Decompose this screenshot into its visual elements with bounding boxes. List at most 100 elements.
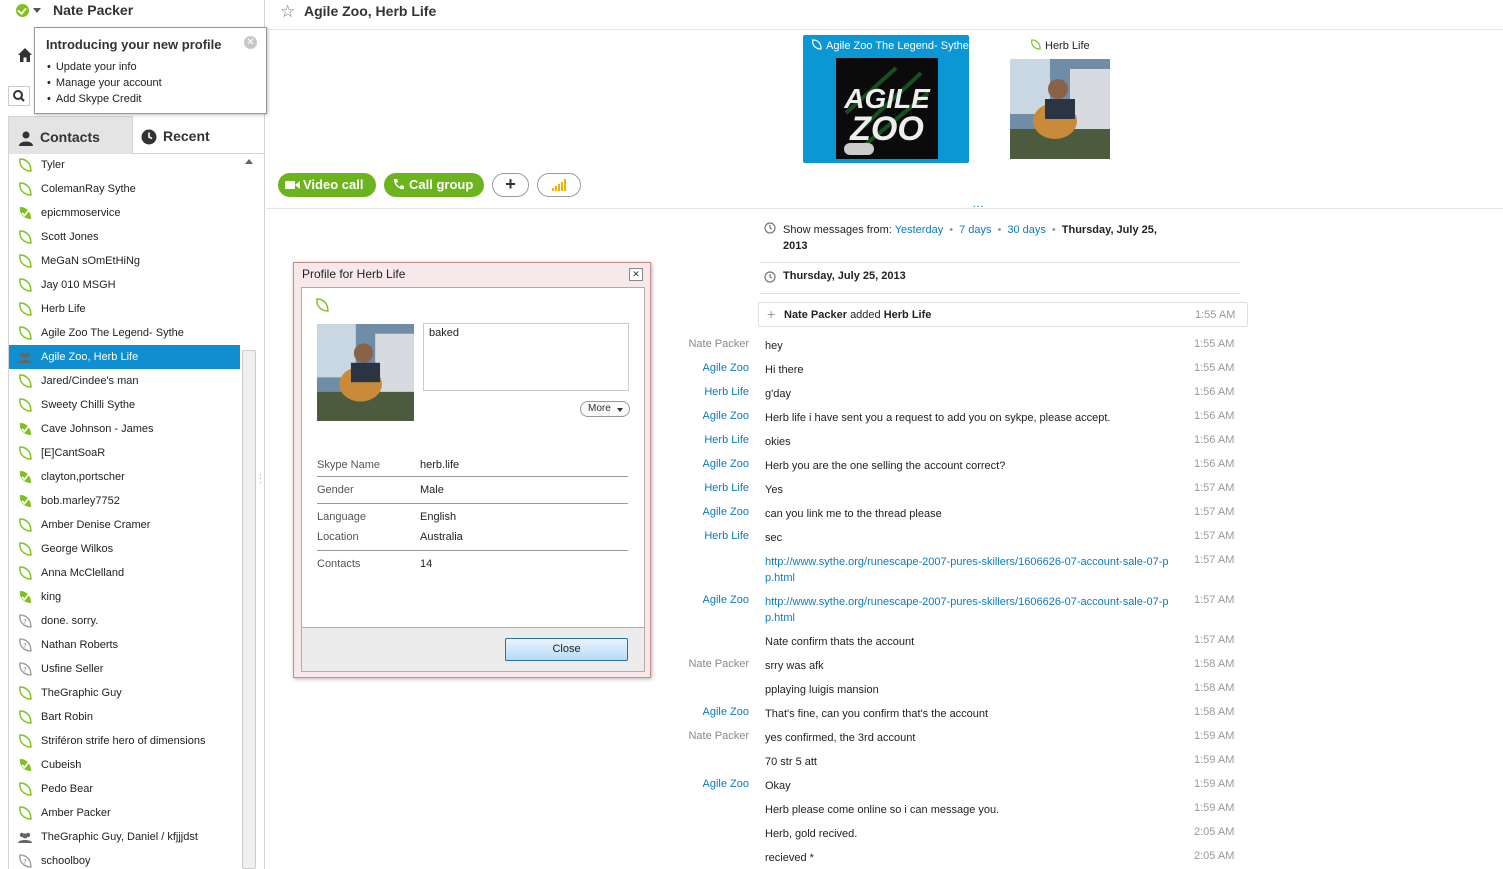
message-sender[interactable]: Agile Zoo (703, 362, 749, 374)
home-icon[interactable] (17, 47, 33, 63)
more-button[interactable]: More (580, 401, 630, 417)
add-participant-button[interactable]: + (492, 173, 529, 197)
message-sender[interactable]: Herb Life (704, 530, 749, 542)
participant-tile[interactable]: Agile Zoo The Legend- Sythe AGILE ZOO (803, 35, 969, 163)
contact-list-item[interactable]: Amber Denise Cramer (9, 513, 240, 537)
message-text: Nate confirm thats the account (765, 636, 915, 648)
scroll-thumb[interactable] (242, 350, 256, 869)
system-actor[interactable]: Nate Packer (784, 309, 847, 321)
chat-message: Herb please come online so i can message… (266, 797, 1503, 821)
contact-list-item[interactable]: Agile Zoo, Herb Life (9, 345, 240, 369)
sidebar-resize-handle[interactable]: · · · (259, 470, 264, 487)
contact-list-item[interactable]: [E]CantSoaR (9, 441, 240, 465)
message-sender[interactable]: Agile Zoo (703, 706, 749, 718)
contact-list-item[interactable]: Pedo Bear (9, 777, 240, 801)
contact-list-item[interactable]: ? Nathan Roberts (9, 633, 240, 657)
message-time: 1:55 AM (1195, 309, 1236, 321)
contact-list-item[interactable]: Jay 010 MSGH (9, 273, 240, 297)
message-sender[interactable]: Agile Zoo (703, 506, 749, 518)
participant-tile[interactable]: Herb Life (1009, 35, 1129, 163)
chat-message: recieved * 2:05 AM (266, 845, 1503, 869)
message-sender[interactable]: Agile Zoo (703, 778, 749, 790)
contact-list-item[interactable]: Sweety Chilli Sythe (9, 393, 240, 417)
tab-recent[interactable]: Recent (133, 116, 265, 154)
message-sender[interactable]: Agile Zoo (703, 410, 749, 422)
message-time: 1:58 AM (1194, 682, 1235, 694)
history-yesterday-link[interactable]: Yesterday (895, 224, 944, 236)
field-key: Gender (317, 484, 354, 496)
message-sender[interactable]: Herb Life (704, 434, 749, 446)
call-quality-button[interactable] (537, 173, 581, 197)
close-icon[interactable]: ✕ (244, 36, 257, 49)
close-button[interactable]: Close (505, 638, 628, 661)
history-30-days-link[interactable]: 30 days (1007, 224, 1046, 236)
status-unknown-icon: ? (19, 638, 32, 652)
message-link[interactable]: http://www.sythe.org/runescape-2007-pure… (765, 596, 1169, 624)
search-icon[interactable] (8, 86, 30, 106)
dialog-footer: Close (301, 628, 645, 672)
tab-recent-label: Recent (163, 128, 210, 144)
contact-list-item[interactable]: ? Usfine Seller (9, 657, 240, 681)
message-text: can you link me to the thread please (765, 508, 942, 520)
contact-list-item[interactable]: TheGraphic Guy (9, 681, 240, 705)
contact-list-item[interactable]: Cubeish (9, 753, 240, 777)
tooltip-item[interactable]: Manage your account (47, 75, 162, 91)
contact-list-item[interactable]: MeGaN sOmEtHiNg (9, 249, 240, 273)
close-icon[interactable]: ✕ (629, 268, 643, 281)
message-sender[interactable]: Herb Life (704, 482, 749, 494)
message-link[interactable]: http://www.sythe.org/runescape-2007-pure… (765, 556, 1169, 584)
scroll-up-arrow-icon[interactable] (245, 159, 253, 164)
message-sender[interactable]: Nate Packer (688, 730, 749, 742)
contact-list-scrollbar[interactable] (241, 155, 257, 869)
tooltip-item[interactable]: Update your info (47, 59, 162, 75)
contact-list-item[interactable]: Scott Jones (9, 225, 240, 249)
tooltip-item[interactable]: Add Skype Credit (47, 91, 162, 107)
contact-list-item[interactable]: epicmmoservice (9, 201, 240, 225)
contact-list-item[interactable]: king (9, 585, 240, 609)
contact-list-item[interactable]: Anna McClelland (9, 561, 240, 585)
call-group-button[interactable]: Call group (384, 173, 484, 197)
message-sender[interactable]: Agile Zoo (703, 458, 749, 470)
user-bar[interactable]: Nate Packer (0, 0, 265, 22)
contact-list-item[interactable]: Tyler (9, 153, 240, 177)
status-online-icon (19, 759, 31, 771)
star-icon[interactable]: ☆ (280, 2, 295, 22)
user-name[interactable]: Nate Packer (53, 2, 133, 18)
chevron-down-icon[interactable] (33, 8, 41, 13)
contact-list-item[interactable]: ? schoolboy (9, 849, 240, 869)
history-7-days-link[interactable]: 7 days (959, 224, 991, 236)
online-status-icon[interactable] (16, 4, 29, 17)
tooltip-title: Introducing your new profile (46, 37, 222, 52)
contact-list-item[interactable]: Amber Packer (9, 801, 240, 825)
message-sender[interactable]: Nate Packer (688, 338, 749, 350)
chat-message: 70 str 5 att 1:59 AM (266, 749, 1503, 773)
contact-list-item[interactable]: Agile Zoo The Legend- Sythe (9, 321, 240, 345)
contact-list-item[interactable]: clayton,portscher (9, 465, 240, 489)
field-key: Language (317, 511, 366, 523)
contact-list-item[interactable]: Striféron strife hero of dimensions (9, 729, 240, 753)
contact-list-item[interactable]: bob.marley7752 (9, 489, 240, 513)
contact-name: Bart Robin (41, 711, 93, 723)
profile-dialog: Profile for Herb Life ✕ baked More Skype… (293, 262, 651, 678)
message-time: 1:55 AM (1194, 362, 1235, 374)
contact-list-item[interactable]: Jared/Cindee's man (9, 369, 240, 393)
video-call-button[interactable]: Video call (278, 173, 376, 197)
message-text: Herb you are the one selling the account… (765, 460, 1006, 472)
message-sender[interactable]: Nate Packer (688, 658, 749, 670)
system-target[interactable]: Herb Life (884, 309, 932, 321)
contact-list-item[interactable]: ColemanRay Sythe (9, 177, 240, 201)
chat-message: Agile Zoo That's fine, can you confirm th… (266, 701, 1503, 725)
contact-list-item[interactable]: Herb Life (9, 297, 240, 321)
message-time: 1:57 AM (1194, 634, 1235, 646)
tab-contacts[interactable]: Contacts (8, 116, 133, 154)
contact-list-item[interactable]: Bart Robin (9, 705, 240, 729)
message-sender[interactable]: Herb Life (704, 386, 749, 398)
contact-list-item[interactable]: Cave Johnson - James (9, 417, 240, 441)
contact-name: epicmmoservice (41, 207, 121, 219)
conversation-title[interactable]: Agile Zoo, Herb Life (304, 3, 436, 19)
contact-list-item[interactable]: George Wilkos (9, 537, 240, 561)
contact-list-item[interactable]: TheGraphic Guy, Daniel / kfjjjdst (9, 825, 240, 849)
message-sender[interactable]: Agile Zoo (703, 594, 749, 606)
contact-list-item[interactable]: ? done. sorry. (9, 609, 240, 633)
message-time: 1:57 AM (1194, 594, 1235, 606)
